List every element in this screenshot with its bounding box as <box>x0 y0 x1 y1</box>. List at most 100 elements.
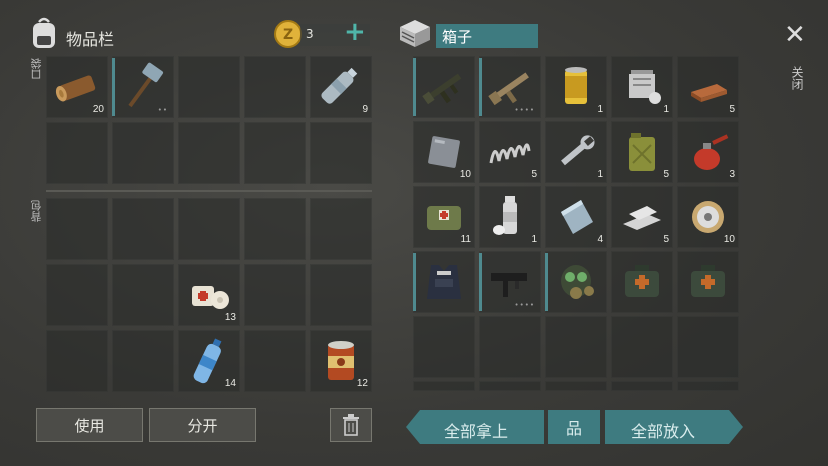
svg-text:Z: Z <box>283 27 293 43</box>
backpack-slot-empty[interactable] <box>46 330 108 392</box>
chest-title: 箱子 <box>442 28 473 46</box>
item-qty: 10 <box>459 169 471 180</box>
pocket-slot-sledgehammer[interactable]: •• <box>112 56 174 118</box>
chest-slot-empty[interactable] <box>611 381 673 391</box>
backpack-slot-empty[interactable] <box>112 330 174 392</box>
chest-slot-wire-spool[interactable]: 10 <box>677 186 739 248</box>
item-qty: 1 <box>597 169 603 180</box>
sort-button[interactable]: 品 <box>548 410 600 444</box>
item-qty: 5 <box>663 234 669 245</box>
chest-slot-engine-part[interactable]: 1 <box>611 56 673 118</box>
split-button[interactable]: 分开 <box>149 408 256 442</box>
chest-slot-oil-can[interactable]: 3 <box>677 121 739 183</box>
item-qty: 20 <box>92 104 104 115</box>
chest-slot-smg[interactable]: •••• <box>479 251 541 313</box>
equipped-tag <box>413 253 416 311</box>
backpack-slot-empty[interactable] <box>112 264 174 326</box>
pocket-slot-empty[interactable] <box>112 122 174 184</box>
chest-slot-assault-rifle[interactable] <box>413 56 475 118</box>
pocket-label: 口袋 <box>30 58 43 80</box>
chest-slot-empty[interactable] <box>545 316 607 378</box>
tan-rifle-icon <box>488 72 529 106</box>
chest-slot-empty[interactable] <box>545 381 607 391</box>
chest-slot-empty[interactable] <box>677 381 739 391</box>
aluminum-bar-icon <box>623 206 661 230</box>
water-bottle-icon <box>321 67 358 104</box>
take-all-button[interactable]: 全部拿上 <box>406 410 544 444</box>
chest-slot-gas-mask[interactable] <box>545 251 607 313</box>
spray-paint-icon <box>493 196 517 235</box>
backpack-slot-empty[interactable] <box>46 198 108 260</box>
item-qty: 1 <box>663 104 669 115</box>
put-all-button[interactable]: 全部放入 <box>605 410 743 444</box>
item-qty: 13 <box>224 312 236 323</box>
pocket-slot-empty[interactable] <box>310 122 372 184</box>
wrench-icon <box>561 135 595 166</box>
pocket-slot-log[interactable]: 20 <box>46 56 108 118</box>
chest-slot-empty[interactable] <box>677 316 739 378</box>
pocket-slot-empty[interactable] <box>244 56 306 118</box>
chest-slot-empty[interactable] <box>479 381 541 391</box>
durability-stars: •• <box>157 106 168 114</box>
item-qty: 12 <box>356 378 368 389</box>
first-aid-kit-icon <box>625 265 659 297</box>
backpack-slot-canned-food[interactable]: 12 <box>310 330 372 392</box>
chest-slot-wrench[interactable]: 1 <box>545 121 607 183</box>
first-aid-kit-icon <box>691 265 725 297</box>
pocket-slot-empty[interactable] <box>244 122 306 184</box>
backpack-slot-empty[interactable] <box>244 330 306 392</box>
backpack-slot-empty[interactable] <box>310 198 372 260</box>
chest-slot-medkit-bag[interactable]: 11 <box>413 186 475 248</box>
section-divider <box>46 190 372 192</box>
trash-button[interactable] <box>330 408 372 442</box>
smg-icon <box>491 273 527 297</box>
pocket-slot-water-bottle[interactable]: 9 <box>310 56 372 118</box>
oil-can-icon <box>694 134 729 170</box>
glass-sheet-icon <box>561 200 593 234</box>
chest-slot-jerrycan[interactable]: 5 <box>611 121 673 183</box>
chest-slot-empty[interactable] <box>413 316 475 378</box>
take-all-label: 全部拿上 <box>444 422 509 441</box>
gas-mask-icon <box>561 265 594 299</box>
chest-slot-glass-sheet[interactable]: 4 <box>545 186 607 248</box>
chest-slot-empty[interactable] <box>611 316 673 378</box>
chest-slot-police-vest[interactable] <box>413 251 475 313</box>
chest-slot-first-aid-kit[interactable] <box>611 251 673 313</box>
pocket-slot-empty[interactable] <box>178 56 240 118</box>
durability-stars: •••• <box>514 301 535 309</box>
copper-ingot-icon <box>691 84 727 102</box>
close-button[interactable]: ✕ <box>784 20 806 50</box>
chest-slot-copper-ingot[interactable]: 5 <box>677 56 739 118</box>
pocket-slot-empty[interactable] <box>178 122 240 184</box>
sledgehammer-icon <box>128 62 164 108</box>
use-button[interactable]: 使用 <box>36 408 143 442</box>
backpack-slot-empty[interactable] <box>244 198 306 260</box>
engine-part-icon <box>629 70 661 104</box>
chest-slot-tan-rifle[interactable]: •••• <box>479 56 541 118</box>
item-qty: 14 <box>224 378 236 389</box>
chest-slot-spray-paint[interactable]: 1 <box>479 186 541 248</box>
close-label: 关闭 <box>790 66 804 90</box>
backpack-slot-bandage[interactable]: 13 <box>178 264 240 326</box>
backpack-slot-empty[interactable] <box>112 198 174 260</box>
pocket-slot-empty[interactable] <box>46 122 108 184</box>
chest-slot-first-aid-kit[interactable] <box>677 251 739 313</box>
chest-slot-empty[interactable] <box>413 381 475 391</box>
chest-slot-empty[interactable] <box>479 316 541 378</box>
item-qty: 11 <box>460 234 471 245</box>
add-coins-button[interactable]: + <box>344 17 366 47</box>
backpack-slot-empty[interactable] <box>310 264 372 326</box>
backpack-icon <box>30 16 58 50</box>
chest-slot-spring[interactable]: 5 <box>479 121 541 183</box>
assault-rifle-icon <box>422 73 462 105</box>
item-qty: 10 <box>723 234 735 245</box>
chest-icon <box>398 18 432 48</box>
chest-slot-oil-filter[interactable]: 1 <box>545 56 607 118</box>
backpack-slot-empty[interactable] <box>46 264 108 326</box>
backpack-slot-empty[interactable] <box>244 264 306 326</box>
chest-slot-aluminum-bar[interactable]: 5 <box>611 186 673 248</box>
backpack-slot-water-bottle[interactable]: 14 <box>178 330 240 392</box>
backpack-slot-empty[interactable] <box>178 198 240 260</box>
chest-slot-metal-plate[interactable]: 10 <box>413 121 475 183</box>
trash-icon <box>343 414 359 436</box>
